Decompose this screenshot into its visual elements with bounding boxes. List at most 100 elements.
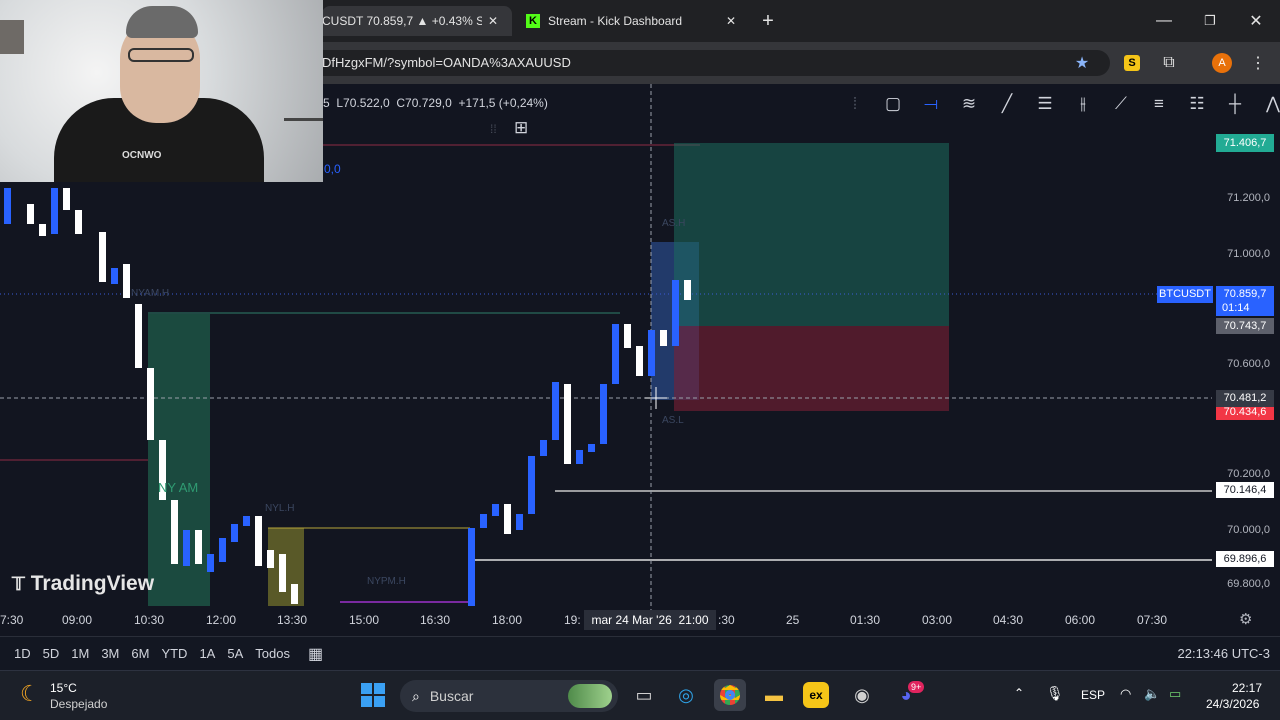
time-axis-label: 15:00 [349, 613, 380, 627]
discord-badge: 9+ [908, 681, 925, 693]
time-axis-label: 25 [786, 613, 800, 627]
task-view-icon[interactable]: ▭ [628, 679, 660, 711]
fib-time-tool-icon[interactable]: ⫲ [1068, 94, 1098, 114]
microphone-icon[interactable]: 🎙 [1046, 685, 1064, 702]
session-label: AS.L [662, 415, 684, 426]
tray-date[interactable]: 24/3/2026 [1206, 697, 1259, 711]
current-price-value: 70.859,7 [1223, 288, 1267, 300]
minimize-icon[interactable]: — [1150, 7, 1178, 35]
webcam-overlay: OCNWO [0, 0, 323, 182]
range-3m-button[interactable]: 3M [95, 637, 125, 671]
tab-tradingview[interactable]: CUSDT 70.859,7 ▲ +0.43% Si ✕ [322, 6, 512, 36]
horizontal-ray-tool-icon[interactable]: ⟞ [916, 94, 946, 114]
tab-kick-dashboard[interactable]: K Stream - Kick Dashboard ✕ [520, 6, 750, 36]
object-tree-icon[interactable]: ⊞ [514, 118, 528, 138]
time-axis-label: 10:30 [134, 613, 165, 627]
level-price-label: 70.146,4 [1216, 482, 1274, 498]
range-ytd-button[interactable]: YTD [155, 637, 193, 671]
gann-fan-tool-icon[interactable]: ☷ [1182, 94, 1212, 114]
trend-line-tool-icon[interactable]: ╱ [992, 94, 1022, 114]
symbol-badge[interactable]: BTCUSDT [1157, 286, 1213, 303]
chart-settings-gear-icon[interactable]: ⚙ [1239, 610, 1252, 628]
restore-icon[interactable]: ❐ [1196, 7, 1224, 35]
wifi-icon[interactable]: ◠ [1120, 686, 1131, 702]
fib-retracement-tool-icon[interactable]: ☰ [1030, 94, 1060, 114]
shirt-logo: OCNWO [122, 150, 162, 161]
drag-handle-icon[interactable]: ⁞ [840, 94, 870, 114]
watermark-text: TradingView [30, 572, 155, 595]
bar-countdown: 01:14 [1222, 302, 1250, 314]
time-axis-label: :30 [718, 613, 735, 627]
pitchfork-tool-icon[interactable]: ≡ [1144, 94, 1174, 114]
browser-menu-icon[interactable]: ⋮ [1244, 49, 1272, 77]
price-axis-label: 70.000,0 [1227, 524, 1270, 536]
weather-temp[interactable]: 15°C [50, 681, 77, 695]
polyline-tool-icon[interactable]: ⋀ [1258, 94, 1280, 114]
tab-title: CUSDT 70.859,7 ▲ +0.43% Si [322, 14, 482, 28]
person-glasses [128, 48, 194, 62]
time-axis-label: 18:00 [492, 613, 523, 627]
kick-logo-icon: K [526, 14, 540, 28]
drawing-toolbar: ⁞ ▢ ⟞ ≋ ╱ ☰ ⫲ ⟋ ≡ ☷ ┼ ⋀ [840, 94, 1280, 114]
indicator-value: 0,0 [324, 162, 341, 176]
tradingview-watermark: 𝕋 TradingView [12, 572, 154, 596]
new-tab-button[interactable]: + [754, 7, 782, 35]
close-tab-icon[interactable]: ✕ [726, 14, 736, 28]
extension-icon[interactable]: S [1118, 49, 1146, 77]
url-input[interactable]: DfHzgxFM/?symbol=OANDA%3AXAUUSD [310, 50, 1110, 76]
person-cap [126, 6, 198, 38]
cross-line-tool-icon[interactable]: ┼ [1220, 94, 1250, 114]
profile-avatar[interactable]: A [1212, 53, 1232, 73]
range-5d-button[interactable]: 5D [37, 637, 66, 671]
ohlc-legend: 5 L70.522,0 C70.729,0 +171,5 (+0,24%) [323, 96, 548, 110]
crosshair-price-label: 70.481,2 [1216, 390, 1274, 407]
tray-time[interactable]: 22:17 [1232, 681, 1262, 695]
range-1d-button[interactable]: 1D [8, 637, 37, 671]
volume-icon[interactable]: 🔈 [1144, 686, 1160, 702]
file-explorer-icon[interactable]: ▬ [758, 679, 790, 711]
puzzle-extensions-icon[interactable]: ⧉ [1155, 49, 1183, 77]
range-6m-button[interactable]: 6M [125, 637, 155, 671]
windows-start-icon[interactable] [361, 683, 385, 707]
time-axis-label: 04:30 [993, 613, 1024, 627]
price-axis-label: 69.800,0 [1227, 578, 1270, 590]
time-axis-label: 16:30 [420, 613, 451, 627]
range-all-button[interactable]: Todos [249, 637, 296, 671]
crosshair-date: mar 24 Mar '26 [591, 613, 672, 627]
edge-browser-icon[interactable]: ◎ [670, 679, 702, 711]
price-label-target: 71.406,7 [1216, 134, 1274, 152]
close-tab-icon[interactable]: ✕ [488, 14, 498, 28]
battery-icon[interactable]: ▭ [1169, 686, 1181, 702]
webcam-object [0, 20, 24, 54]
session-label: NYAM.H [131, 288, 169, 299]
weather-desc[interactable]: Despejado [50, 697, 107, 711]
candles [4, 188, 691, 606]
taskbar-search[interactable]: ⌕ Buscar [400, 680, 618, 712]
drag-handle-icon[interactable]: ⁞⁞ [490, 122, 497, 136]
chrome-browser-icon[interactable] [714, 679, 746, 711]
go-to-date-calendar-icon[interactable]: ▦ [308, 644, 323, 664]
search-highlight-image [568, 684, 612, 708]
range-1a-button[interactable]: 1A [193, 637, 221, 671]
range-buttons: 1D 5D 1M 3M 6M YTD 1A 5A Todos [8, 637, 296, 671]
session-label: NY AM [158, 480, 198, 495]
chart-clock[interactable]: 22:13:46 UTC-3 [1178, 646, 1271, 661]
price-axis-label: 71.000,0 [1227, 248, 1270, 260]
obs-icon[interactable]: ◉ [846, 679, 878, 711]
level-price-label: 69.896,6 [1216, 551, 1274, 567]
parallel-channel-tool-icon[interactable]: ≋ [954, 94, 984, 114]
rectangle-tool-icon[interactable]: ▢ [878, 94, 908, 114]
time-axis-label: 19: [564, 613, 581, 627]
range-1m-button[interactable]: 1M [65, 637, 95, 671]
range-5a-button[interactable]: 5A [221, 637, 249, 671]
path-tool-icon[interactable]: ⟋ [1106, 94, 1136, 114]
time-axis-label: 03:00 [922, 613, 953, 627]
tray-overflow-icon[interactable]: ⌃ [1014, 686, 1024, 700]
exness-app-icon[interactable]: ex [803, 682, 829, 708]
crosshair-time: 21:00 [678, 613, 709, 627]
moon-weather-icon[interactable]: ☾ [20, 681, 40, 707]
language-indicator[interactable]: ESP [1081, 688, 1105, 702]
bookmark-star-icon[interactable]: ★ [1068, 49, 1096, 77]
long-position-target-zone [674, 143, 949, 326]
close-window-icon[interactable]: ✕ [1242, 7, 1270, 35]
